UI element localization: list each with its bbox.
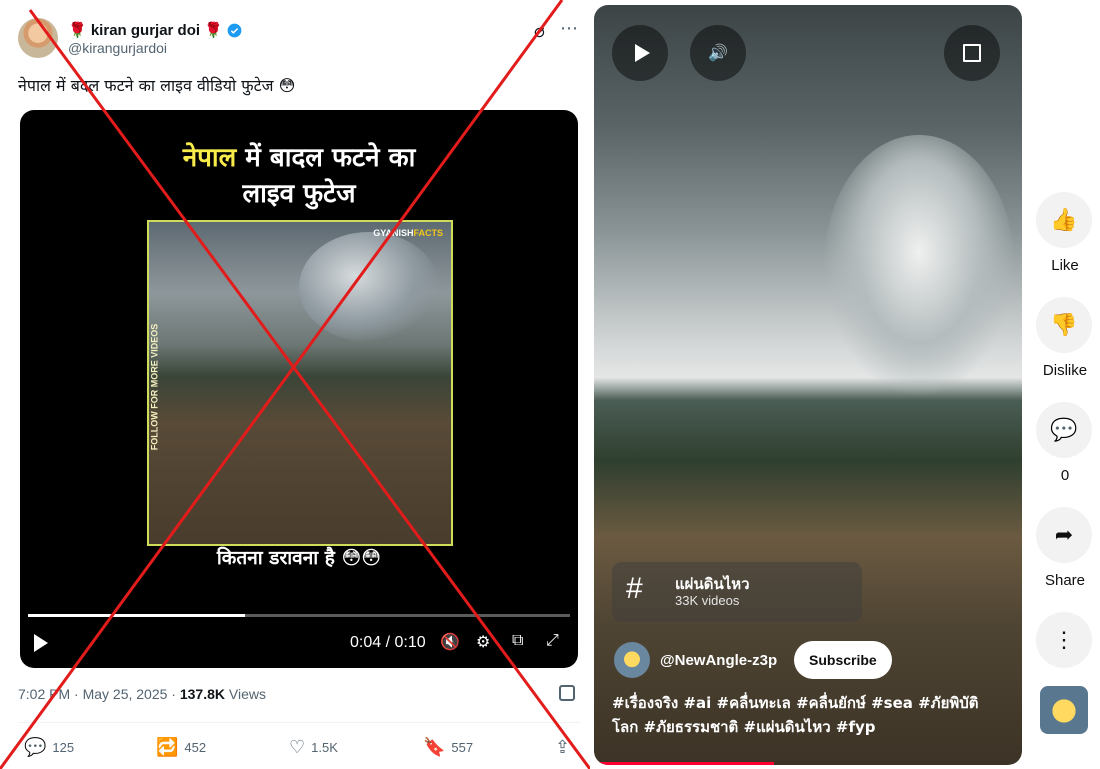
hashtag-chip[interactable]: # แผ่นดินไหว 33K videos xyxy=(612,562,862,622)
timestamp[interactable]: 7:02 PM · May 25, 2025 · xyxy=(18,686,180,702)
verified-icon xyxy=(227,23,242,37)
video-title-line1: में बादल फटने का xyxy=(236,143,416,173)
share-arrow-icon: ➦ xyxy=(1054,522,1074,547)
dislike-label: Dislike xyxy=(1042,362,1088,379)
grok-icon[interactable]: ⌀ xyxy=(534,21,545,42)
reply-count: 125 xyxy=(52,740,75,755)
video-caption: कितना डरावना है 😳😳 xyxy=(216,547,382,569)
video-progress-fill xyxy=(28,614,245,617)
channel-name[interactable]: @NewAngle-z3p xyxy=(660,652,777,669)
fullscreen-icon[interactable]: ⤢ xyxy=(546,632,559,650)
display-name-text: 🌹 kiran gurjar doi 🌹 xyxy=(68,22,223,39)
more-vertical-icon: ⋮ xyxy=(1053,627,1075,652)
display-name[interactable]: 🌹 kiran gurjar doi 🌹 xyxy=(68,21,242,39)
tweet-meta: 7:02 PM · May 25, 2025 · 137.8K Views xyxy=(18,686,266,702)
views-label: Views xyxy=(225,686,266,702)
thumbs-down-icon: 👎 xyxy=(1050,312,1078,337)
avatar[interactable] xyxy=(18,18,58,58)
share-button[interactable]: ➦ xyxy=(1036,507,1092,563)
short-progress-bar[interactable] xyxy=(594,762,774,765)
short-video-player[interactable]: 🔊 # แผ่นดินไหว 33K videos @NewAngle-z3p … xyxy=(594,5,1022,765)
play-icon xyxy=(634,44,650,62)
repost-button[interactable]: 🔁 452 xyxy=(156,737,206,758)
fullscreen-button[interactable] xyxy=(944,25,1000,81)
comments-button[interactable]: 💬 xyxy=(1036,402,1092,458)
volume-icon: 🔊 xyxy=(708,45,728,62)
comment-icon: 💬 xyxy=(1050,417,1078,442)
share-button[interactable]: ⇪ xyxy=(555,737,570,758)
volume-button[interactable]: 🔊 xyxy=(690,25,746,81)
video-title: नेपाल में बादल फटने का लाइव फुटेज xyxy=(20,140,578,212)
comments-count: 0 xyxy=(1060,467,1070,484)
repost-count: 452 xyxy=(184,740,207,755)
mute-icon[interactable]: 🔇 xyxy=(440,632,460,652)
like-button[interactable]: ♡ 1.5K xyxy=(289,737,338,758)
repost-icon: 🔁 xyxy=(156,737,179,757)
video-progress-bar[interactable] xyxy=(28,614,570,617)
views-count: 137.8K xyxy=(179,686,226,702)
share-label: Share xyxy=(1044,572,1086,589)
video-player[interactable]: नेपाल में बादल फटने का लाइव फुटेज GYANIS… xyxy=(20,110,578,668)
play-icon[interactable] xyxy=(34,634,48,652)
storm-cloud xyxy=(824,135,1014,395)
watermark: GYANISHFACTS xyxy=(373,228,443,238)
storm-cloud xyxy=(299,232,439,342)
subscribe-button[interactable]: Subscribe xyxy=(794,641,892,679)
tweet-text: नेपाल में बदल फटने का लाइव वीडियो फुटेज … xyxy=(18,76,296,95)
handle[interactable]: @kirangurjardoi xyxy=(68,40,167,56)
pip-icon[interactable]: ⧉ xyxy=(512,632,523,650)
like-label: Like xyxy=(1051,257,1079,274)
thumbs-up-icon: 👍 xyxy=(1050,207,1078,232)
dislike-button[interactable]: 👎 xyxy=(1036,297,1092,353)
like-button[interactable]: 👍 xyxy=(1036,192,1092,248)
bookmark-count: 557 xyxy=(451,740,474,755)
bookmark-button[interactable]: 🔖 557 xyxy=(423,737,473,758)
channel-avatar[interactable] xyxy=(614,642,650,678)
bookmark-icon: 🔖 xyxy=(423,737,446,757)
tweet-panel: 🌹 kiran gurjar doi 🌹 @kirangurjardoi ⌀ ⋯… xyxy=(0,0,590,769)
fullscreen-icon xyxy=(963,44,981,62)
video-title-line2: लाइव फुटेज xyxy=(242,179,356,209)
video-hashtags[interactable]: #เรื่องจริง #ai #คลื่นทะเล #คลื่นยักษ์ #… xyxy=(612,691,1002,739)
heart-icon: ♡ xyxy=(289,737,306,757)
side-text: FOLLOW FOR MORE VIDEOS xyxy=(149,323,160,451)
watermark-suffix: FACTS xyxy=(413,228,443,238)
analytics-icon[interactable] xyxy=(559,685,575,701)
more-button[interactable]: ⋮ xyxy=(1036,612,1092,668)
hashtag-icon: # xyxy=(626,572,643,605)
divider xyxy=(18,722,580,723)
channel-thumbnail[interactable] xyxy=(1040,686,1088,734)
action-sidebar: 👍 Like 👎 Dislike 💬 0 ➦ Share ⋮ xyxy=(1030,0,1100,769)
reply-icon: 💬 xyxy=(24,737,47,757)
reply-button[interactable]: 💬 125 xyxy=(24,737,74,758)
share-icon: ⇪ xyxy=(555,737,571,757)
video-frame: GYANISHFACTS FOLLOW FOR MORE VIDEOS xyxy=(147,220,453,546)
video-title-highlight: नेपाल xyxy=(182,143,237,173)
play-button[interactable] xyxy=(612,25,668,81)
hashtag-count: 33K videos xyxy=(675,593,740,608)
more-options-icon[interactable]: ⋯ xyxy=(560,18,578,39)
watermark-prefix: GYANISH xyxy=(373,228,414,238)
video-time: 0:04 / 0:10 xyxy=(350,634,426,651)
like-count: 1.5K xyxy=(311,740,338,755)
settings-icon[interactable]: ⚙ xyxy=(476,632,490,652)
